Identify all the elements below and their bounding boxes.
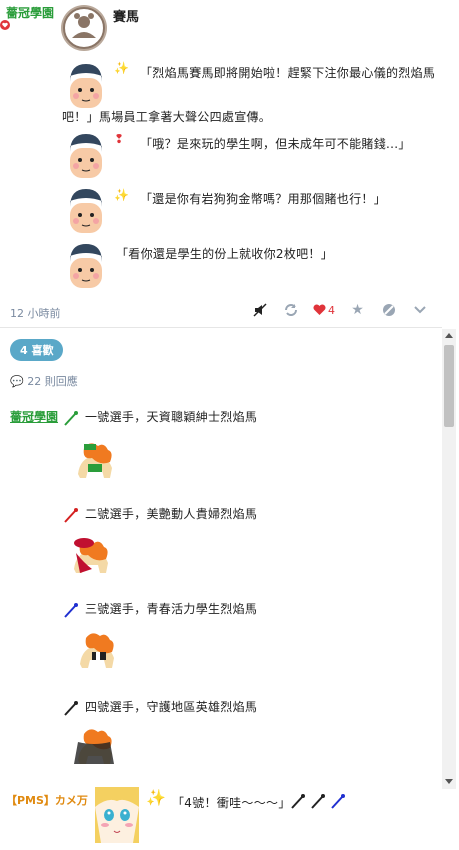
racer-2: 二號選手，美艷動人貴婦烈焰馬: [85, 507, 258, 521]
heart-icon: [313, 304, 326, 315]
post-actions: 4 ★: [244, 300, 435, 320]
board-emblem-icon[interactable]: [60, 4, 108, 52]
black-wand-icon: [64, 701, 78, 716]
heart-badge-icon: [0, 20, 10, 30]
post-line-2: 吧！」馬場員工拿著大聲公四處宣傳。: [62, 110, 272, 124]
scroll-thumb[interactable]: [444, 345, 454, 427]
scroll-down-icon[interactable]: [445, 779, 453, 784]
repost-icon[interactable]: [275, 300, 306, 320]
sparkle-icon: ✨: [146, 788, 166, 807]
sparkle-icon: ✨: [114, 61, 129, 75]
like-button[interactable]: 4: [306, 300, 342, 320]
sparkle-icon: ✨: [114, 188, 129, 202]
post-author[interactable]: 薔冠學園: [6, 4, 54, 21]
racer-3: 三號選手，青春活力學生烈焰馬: [85, 602, 258, 616]
block-icon[interactable]: [373, 300, 404, 320]
blue-wand-icon: [331, 794, 345, 809]
likes-pill[interactable]: 4 喜歡: [10, 339, 64, 361]
avatar-staff: [70, 244, 102, 288]
like-count: 4: [328, 303, 335, 317]
post-line-3: 「哦？是來玩的學生啊，但未成年可不能賭錢...」: [140, 137, 411, 151]
avatar-staff: [70, 64, 102, 108]
rapidash-lady-image: [74, 538, 108, 573]
rapidash-student-image: [80, 633, 114, 668]
rapidash-gentleman-image: [78, 443, 112, 478]
exclaim-icon: ❢: [114, 132, 125, 146]
divider: [0, 327, 442, 328]
post-timestamp[interactable]: 12 小時前: [10, 305, 61, 321]
rapidash-hero-image: [74, 729, 114, 764]
black-wand-icon: [311, 794, 325, 809]
comment-icon: 💬: [10, 375, 24, 388]
post-line-5: 「看你還是學生的份上就收你2枚吧！」: [116, 247, 334, 261]
chevron-down-icon[interactable]: [404, 300, 435, 320]
racer-4: 四號選手，守護地區英雄烈焰馬: [85, 700, 258, 714]
scrollbar[interactable]: [442, 329, 456, 789]
avatar-staff: [70, 134, 102, 178]
black-wand-icon: [291, 794, 305, 809]
post-line-1: 「烈焰馬賽馬即將開始啦！趕緊下注你最心儀的烈焰馬: [140, 66, 436, 80]
post-title: 賽馬: [113, 10, 140, 25]
star-icon[interactable]: ★: [342, 300, 373, 320]
replies-count[interactable]: 💬 22 則回應: [10, 373, 78, 389]
racer-1: 一號選手，天資聰穎紳士烈焰馬: [85, 410, 258, 424]
green-wand-icon: [64, 411, 78, 426]
scroll-up-icon[interactable]: [445, 333, 453, 338]
anime-girl-avatar: [95, 787, 139, 843]
reply-author[interactable]: 薔冠學園: [10, 408, 58, 425]
bottom-author[interactable]: 【PMS】カメ万: [6, 792, 88, 808]
bottom-text: 「4號！衝哇～～～」: [172, 796, 291, 810]
red-wand-icon: [64, 508, 78, 523]
mute-icon[interactable]: [244, 300, 275, 320]
replies-text: 22 則回應: [27, 375, 78, 388]
blue-wand-icon: [64, 603, 78, 618]
avatar-staff: [70, 189, 102, 233]
post-line-4: 「還是你有岩狗狗金幣嗎？用那個賭也行！」: [140, 192, 387, 206]
